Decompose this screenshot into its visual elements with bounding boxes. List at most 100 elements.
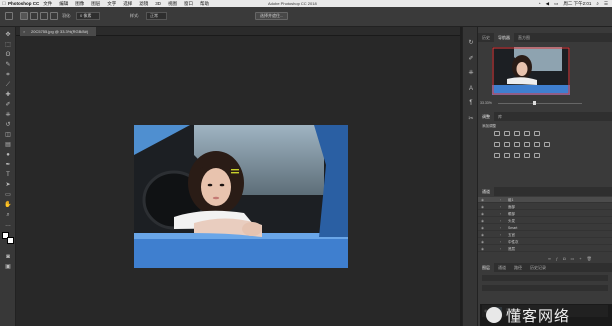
- menu-edit[interactable]: 编辑: [59, 1, 68, 7]
- new-group-icon[interactable]: ▭: [571, 256, 575, 261]
- navigator-thumbnail[interactable]: [492, 47, 570, 95]
- menu-select[interactable]: 选择: [123, 1, 132, 7]
- search-icon[interactable]: ⌕: [596, 1, 599, 6]
- pen-tool-icon[interactable]: ✒: [4, 161, 12, 169]
- tools-preset-icon[interactable]: ✂: [467, 115, 475, 123]
- curves-icon[interactable]: [514, 131, 520, 136]
- rectangle-tool-icon[interactable]: ▭: [4, 191, 12, 199]
- hue-saturation-icon[interactable]: [494, 142, 500, 147]
- visibility-eye-icon[interactable]: ◉: [481, 246, 484, 252]
- posterize-icon[interactable]: [504, 153, 510, 158]
- clock[interactable]: 周二 下午2:01: [563, 1, 591, 7]
- visibility-eye-icon[interactable]: ◉: [481, 239, 484, 245]
- expand-arrow-icon[interactable]: ›: [500, 232, 501, 238]
- eraser-tool-icon[interactable]: ◫: [4, 131, 12, 139]
- expand-arrow-icon[interactable]: ›: [500, 197, 501, 203]
- link-icon[interactable]: ∞: [548, 256, 551, 261]
- type-tool-icon[interactable]: T: [4, 171, 12, 179]
- add-selection-icon[interactable]: [30, 12, 38, 20]
- volume-icon[interactable]: ◀: [546, 1, 549, 7]
- fx-icon[interactable]: ƒ: [556, 256, 558, 261]
- navigator-zoom-slider[interactable]: [498, 103, 582, 104]
- menu-3d[interactable]: 3D: [155, 1, 161, 6]
- menu-filter[interactable]: 滤镜: [139, 1, 148, 7]
- move-tool-icon[interactable]: ✥: [4, 31, 12, 39]
- tab-channels-bottom[interactable]: 通道: [494, 263, 510, 272]
- expand-arrow-icon[interactable]: ›: [500, 225, 501, 231]
- invert-icon[interactable]: [494, 153, 500, 158]
- healing-tool-icon[interactable]: ✚: [4, 91, 12, 99]
- battery-icon[interactable]: ▭: [554, 1, 558, 7]
- subtract-selection-icon[interactable]: [40, 12, 48, 20]
- exposure-icon[interactable]: [524, 131, 530, 136]
- tab-layers[interactable]: 图层: [478, 263, 494, 272]
- lasso-tool-icon[interactable]: ʘ: [4, 51, 12, 59]
- tab-histogram[interactable]: 直方图: [514, 33, 534, 42]
- marquee-tool-icon[interactable]: ⬚: [4, 41, 12, 49]
- levels-icon[interactable]: [504, 131, 510, 136]
- gradient-map-icon[interactable]: [534, 153, 540, 158]
- tab-history[interactable]: 历史: [478, 33, 494, 42]
- expand-arrow-icon[interactable]: ›: [500, 218, 501, 224]
- canvas-area[interactable]: [16, 36, 460, 326]
- visibility-eye-icon[interactable]: ◉: [481, 204, 484, 210]
- selective-color-icon[interactable]: [524, 153, 530, 158]
- screen-mode-icon[interactable]: ▣: [4, 263, 12, 271]
- layer-row[interactable]: ◉ › 面部: [478, 204, 612, 210]
- expand-arrow-icon[interactable]: ›: [500, 211, 501, 217]
- expand-arrow-icon[interactable]: ›: [500, 246, 501, 252]
- zoom-slider-handle[interactable]: [533, 101, 536, 105]
- layer-row[interactable]: ◉ › 中性灰: [478, 239, 612, 245]
- crop-tool-icon[interactable]: ⌗: [4, 71, 12, 79]
- dodge-tool-icon[interactable]: ●: [4, 151, 12, 159]
- feather-input[interactable]: 0 像素: [76, 12, 101, 20]
- expand-arrow-icon[interactable]: ›: [500, 239, 501, 245]
- color-lookup-icon[interactable]: [544, 142, 550, 147]
- app-menu[interactable]: Photoshop CC: [8, 1, 39, 6]
- history-brush-icon[interactable]: ↺: [4, 121, 12, 129]
- quick-select-tool-icon[interactable]: ✎: [4, 61, 12, 69]
- more-tools-icon[interactable]: …: [4, 221, 12, 229]
- threshold-icon[interactable]: [514, 153, 520, 158]
- brightness-icon[interactable]: [494, 131, 500, 136]
- brush-settings-icon[interactable]: ✐: [467, 55, 475, 63]
- layer-row[interactable]: ◉ › 五官: [478, 232, 612, 238]
- black-white-icon[interactable]: [514, 142, 520, 147]
- photo-filter-icon[interactable]: [524, 142, 530, 147]
- apple-icon[interactable]: : [0, 1, 8, 7]
- menu-image[interactable]: 图像: [75, 1, 84, 7]
- path-select-icon[interactable]: ➤: [4, 181, 12, 189]
- style-select[interactable]: 正常: [146, 12, 167, 20]
- paragraph-icon[interactable]: ¶: [467, 99, 475, 107]
- history-icon[interactable]: ↻: [467, 39, 475, 47]
- vibrance-icon[interactable]: [534, 131, 540, 136]
- color-balance-icon[interactable]: [504, 142, 510, 147]
- trash-icon[interactable]: 🗑: [587, 256, 592, 261]
- background-color-swatch[interactable]: [7, 237, 14, 244]
- layer-row[interactable]: ◉ › 头发: [478, 218, 612, 224]
- quick-mask-icon[interactable]: ◙: [4, 253, 12, 261]
- menu-help[interactable]: 帮助: [200, 1, 209, 7]
- layer-row[interactable]: ◉ › 组1: [478, 197, 612, 203]
- menu-view[interactable]: 视图: [168, 1, 177, 7]
- layer-row[interactable]: ◉ › 眼部: [478, 211, 612, 217]
- menu-file[interactable]: 文件: [43, 1, 52, 7]
- document-tab[interactable]: × 20C5755.jpg @ 33.3%(RGB/8#): [20, 27, 97, 36]
- visibility-eye-icon[interactable]: ◉: [481, 211, 484, 217]
- gradient-tool-icon[interactable]: ▤: [4, 141, 12, 149]
- brush-tool-icon[interactable]: ✐: [4, 101, 12, 109]
- close-tab-icon[interactable]: ×: [23, 27, 25, 36]
- layer-row[interactable]: ◉ › Smart: [478, 225, 612, 231]
- channel-mixer-icon[interactable]: [534, 142, 540, 147]
- visibility-eye-icon[interactable]: ◉: [481, 225, 484, 231]
- layer-filter-bar[interactable]: [482, 275, 608, 281]
- new-selection-icon[interactable]: [20, 12, 28, 20]
- visibility-eye-icon[interactable]: ◉: [481, 197, 484, 203]
- new-layer-icon[interactable]: +: [579, 256, 581, 261]
- select-and-mask-button[interactable]: 选择并遮住...: [255, 12, 289, 20]
- visibility-eye-icon[interactable]: ◉: [481, 218, 484, 224]
- clone-tool-icon[interactable]: ⎈: [4, 111, 12, 119]
- list-icon[interactable]: ☰: [604, 1, 608, 7]
- document-image[interactable]: [134, 125, 348, 268]
- menu-window[interactable]: 窗口: [184, 1, 193, 7]
